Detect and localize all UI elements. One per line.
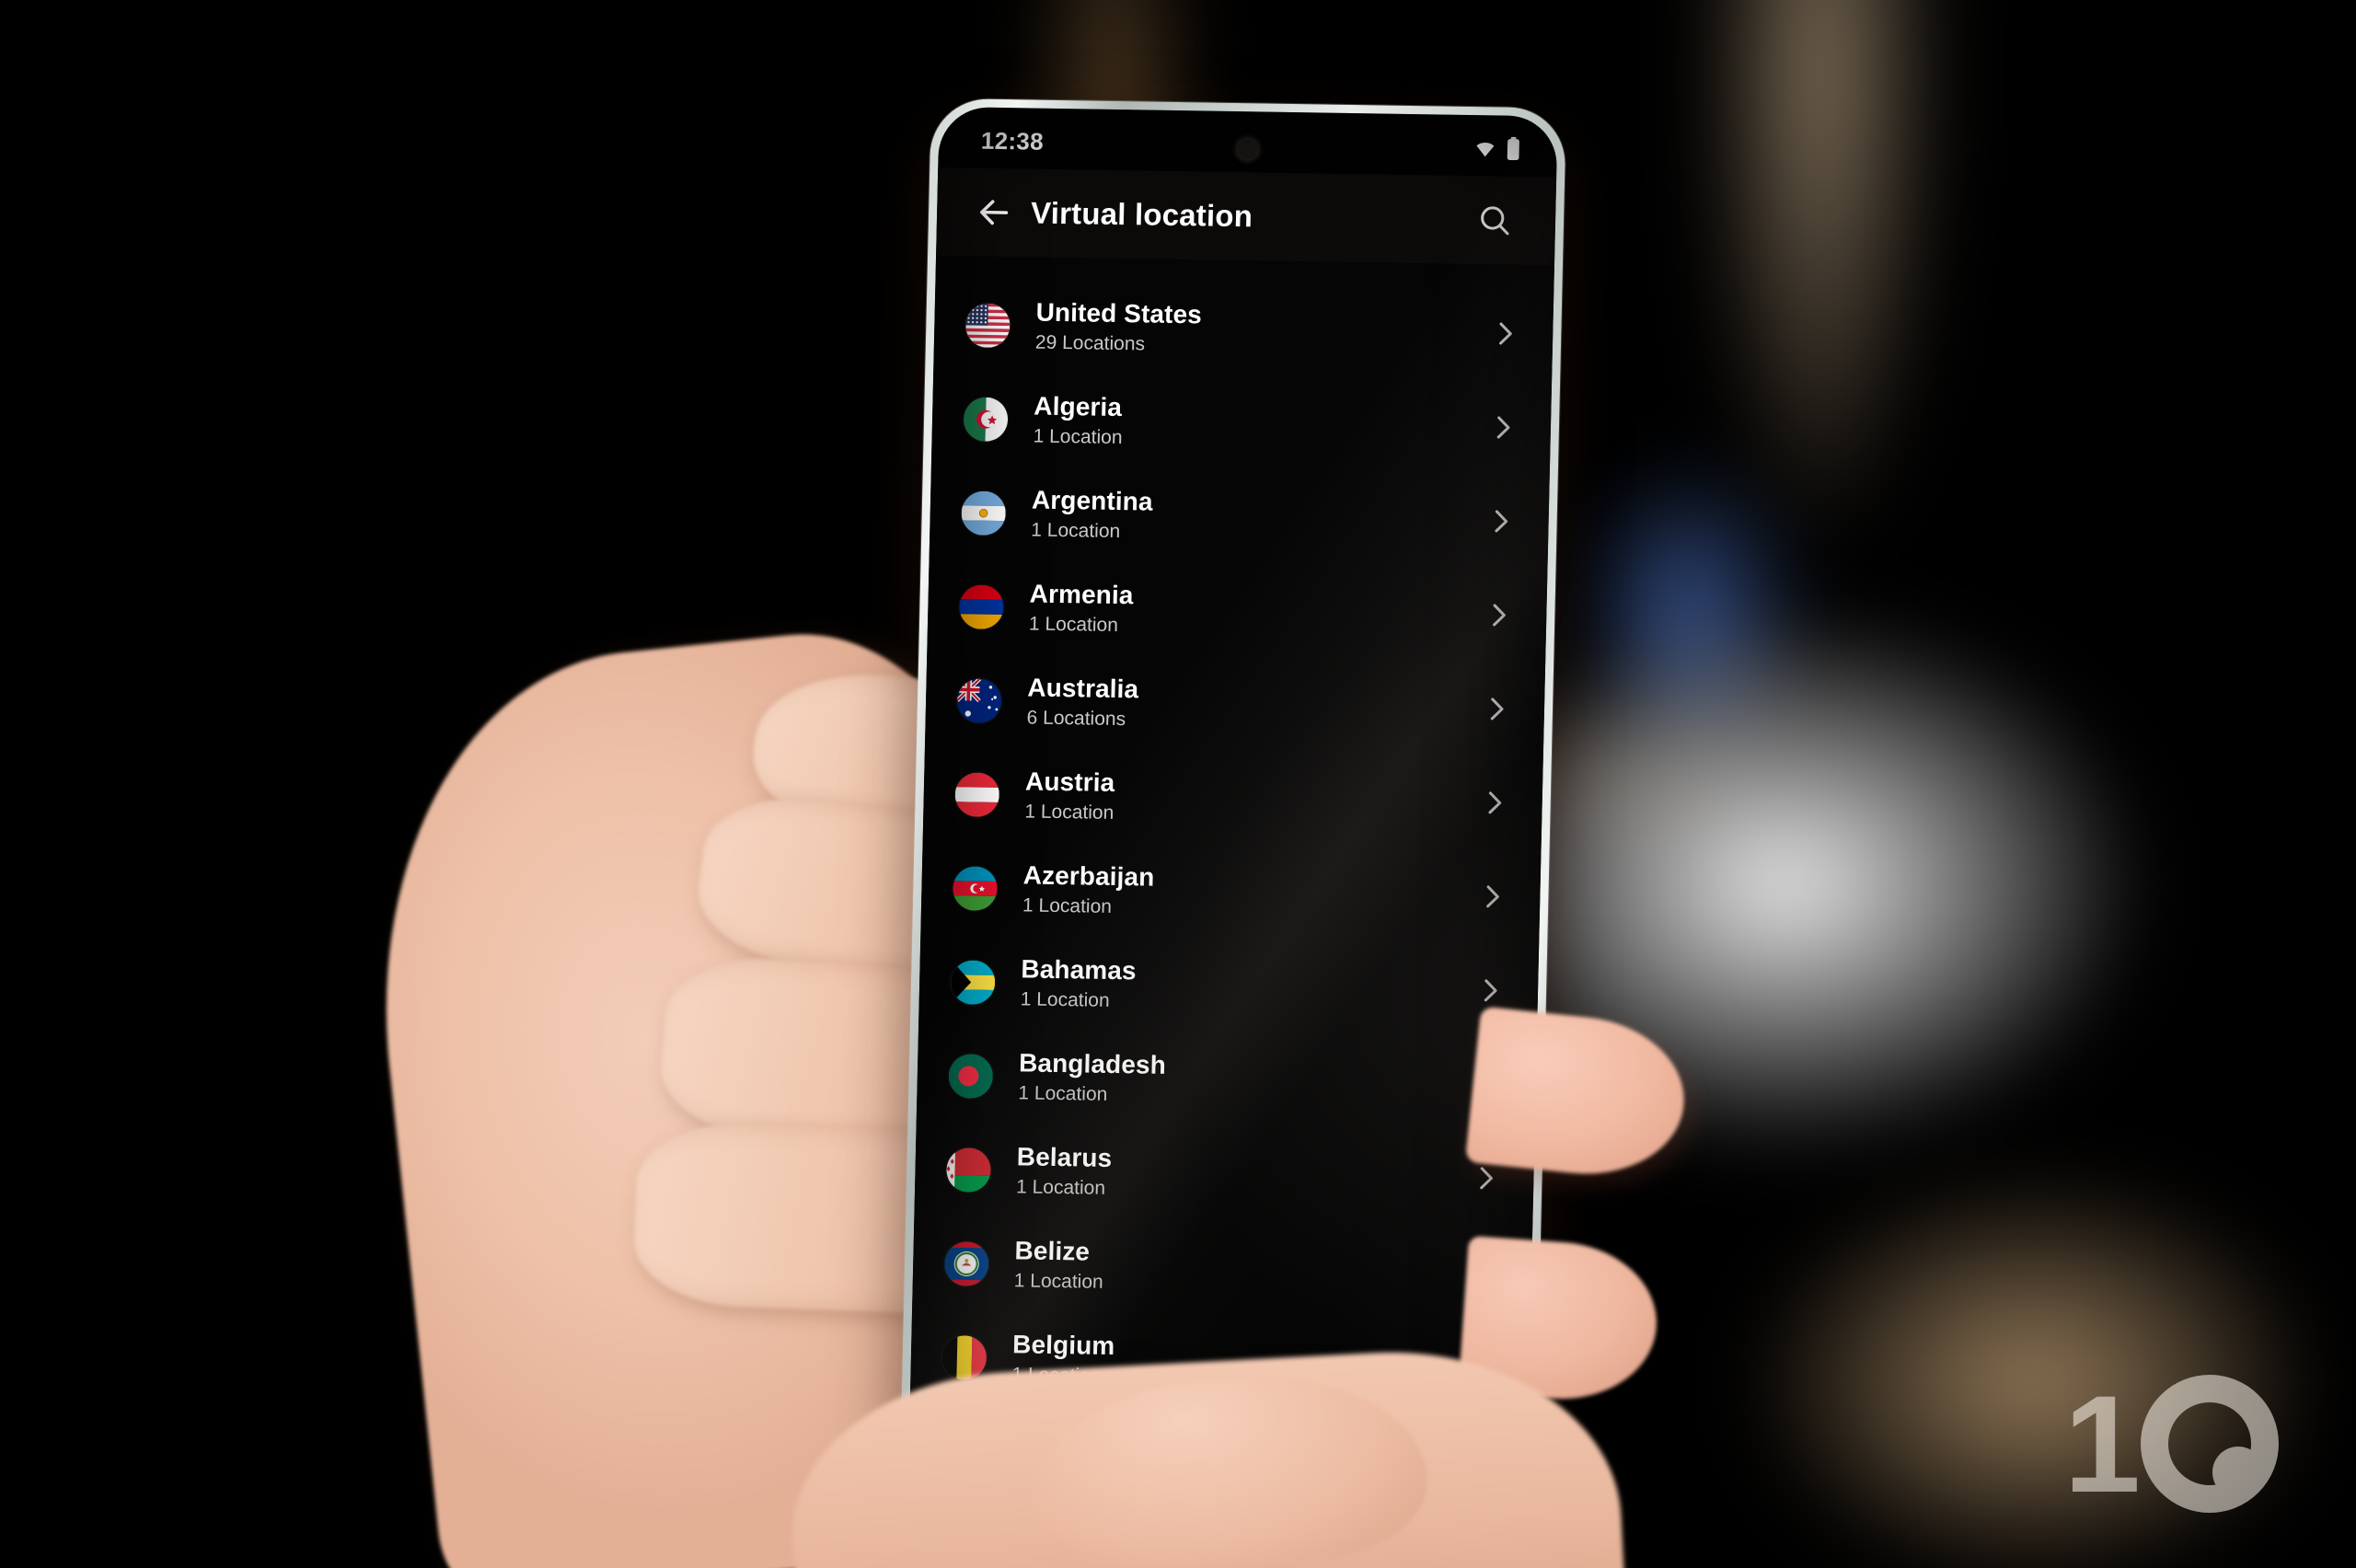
page-title: Virtual location — [1030, 195, 1253, 234]
chevron-right-icon — [1496, 416, 1510, 439]
country-location-count: 1 Location — [1022, 894, 1113, 917]
watermark-logo: 1 — [2064, 1375, 2279, 1513]
country-name: Bangladesh — [1018, 1048, 1167, 1079]
country-list-item[interactable]: Bangladesh 1 Location — [917, 1029, 1537, 1133]
chevron-right-icon — [1490, 698, 1504, 721]
country-list-item[interactable]: Belize 1 Location — [912, 1216, 1532, 1320]
watermark-digit-one: 1 — [2063, 1366, 2141, 1521]
phone-screen[interactable]: 12:38 Virtual location United States 29 … — [908, 106, 1558, 1471]
country-list-item[interactable]: Bahamas 1 Location — [918, 935, 1539, 1039]
country-row-text: Argentina 1 Location — [1031, 484, 1153, 545]
country-location-count: 1 Location — [1028, 613, 1119, 636]
country-list-item[interactable]: Armenia 1 Location — [927, 559, 1547, 663]
bz-flag — [943, 1241, 989, 1286]
country-name: Belarus — [1016, 1142, 1113, 1172]
app-bar: Virtual location — [936, 167, 1557, 266]
country-location-count: 1 Location — [1024, 801, 1114, 824]
ar-flag — [961, 490, 1007, 536]
chevron-right-button[interactable] — [1482, 598, 1516, 632]
country-row-text: Algeria 1 Location — [1033, 390, 1123, 451]
country-name: Belize — [1014, 1236, 1091, 1266]
at-flag — [954, 772, 1000, 818]
country-name: Australia — [1027, 673, 1139, 704]
country-row-text: Belarus 1 Location — [1016, 1141, 1113, 1202]
country-location-count: 1 Location — [1031, 519, 1121, 542]
status-icons — [1472, 136, 1521, 161]
au-flag — [956, 678, 1002, 724]
chevron-right-icon — [1480, 1167, 1493, 1190]
back-button[interactable] — [964, 182, 1023, 242]
country-row-text: Belize 1 Location — [1013, 1235, 1103, 1296]
watermark-circle-logo — [2141, 1375, 2279, 1513]
watermark-dot — [2212, 1447, 2264, 1498]
chevron-right-button[interactable] — [1486, 410, 1520, 444]
country-location-count: 29 Locations — [1034, 331, 1146, 355]
country-location-count: 6 Locations — [1026, 707, 1126, 730]
country-row-text: Bahamas 1 Location — [1020, 953, 1137, 1014]
search-button[interactable] — [1466, 192, 1522, 248]
status-bar: 12:38 — [938, 107, 1557, 178]
country-list[interactable]: United States 29 Locations Algeria 1 Loc… — [909, 255, 1554, 1414]
chevron-right-button[interactable] — [1475, 880, 1509, 914]
country-list-item[interactable]: Austria 1 Location — [923, 747, 1543, 851]
country-list-item[interactable]: United States 29 Locations — [933, 278, 1553, 382]
country-name: United States — [1035, 297, 1203, 329]
country-row-text: Azerbaijan 1 Location — [1022, 859, 1155, 921]
country-name: Austria — [1024, 767, 1115, 797]
chevron-right-button[interactable] — [1469, 1161, 1503, 1195]
status-clock: 12:38 — [980, 126, 1045, 156]
az-flag — [952, 866, 999, 911]
country-name: Bahamas — [1021, 954, 1138, 986]
chevron-right-button[interactable] — [1488, 317, 1522, 351]
chevron-right-icon — [1495, 510, 1508, 533]
country-location-count: 1 Location — [1033, 425, 1123, 448]
chevron-right-icon — [1488, 791, 1502, 814]
country-row-text: Bangladesh 1 Location — [1018, 1047, 1166, 1109]
country-name: Belgium — [1011, 1330, 1115, 1360]
country-list-item[interactable]: Azerbaijan 1 Location — [920, 841, 1541, 945]
country-location-count: 1 Location — [1018, 1082, 1108, 1105]
chevron-right-button[interactable] — [1477, 786, 1511, 820]
country-list-item[interactable]: Belarus 1 Location — [914, 1123, 1534, 1227]
chevron-right-button[interactable] — [1480, 692, 1514, 726]
am-flag — [958, 584, 1004, 630]
country-row-text: Armenia 1 Location — [1029, 578, 1134, 639]
punch-hole-camera-icon — [1237, 139, 1259, 160]
chevron-right-icon — [1484, 979, 1497, 1002]
bd-flag — [948, 1054, 994, 1099]
dz-flag — [963, 397, 1009, 443]
photo-scene: 12:38 Virtual location United States 29 … — [0, 0, 2356, 1568]
country-list-item[interactable]: Australia 6 Locations — [925, 653, 1545, 757]
chevron-right-button[interactable] — [1473, 974, 1507, 1008]
country-name: Argentina — [1031, 485, 1153, 516]
country-row-text: United States 29 Locations — [1035, 296, 1203, 358]
battery-icon — [1507, 136, 1519, 161]
country-name: Armenia — [1029, 579, 1134, 610]
wifi-icon — [1476, 143, 1495, 157]
watermark-ring — [2141, 1375, 2279, 1513]
chevron-right-icon — [1499, 322, 1512, 345]
country-list-item[interactable]: Argentina 1 Location — [930, 466, 1550, 570]
be-flag — [941, 1335, 987, 1380]
bs-flag — [950, 960, 996, 1005]
country-row-text: Australia 6 Locations — [1026, 672, 1138, 732]
country-location-count: 1 Location — [1013, 1270, 1103, 1293]
chevron-right-icon — [1486, 885, 1499, 908]
country-list-item[interactable]: Algeria 1 Location — [931, 372, 1552, 476]
country-name: Algeria — [1034, 391, 1123, 421]
chevron-right-icon — [1493, 604, 1506, 627]
country-name: Azerbaijan — [1022, 860, 1155, 892]
arrow-left-icon — [980, 200, 1009, 225]
country-location-count: 1 Location — [1020, 988, 1110, 1011]
chevron-right-button[interactable] — [1484, 504, 1518, 538]
us-flag — [964, 303, 1011, 349]
search-icon — [1481, 206, 1509, 236]
country-row-text: Austria 1 Location — [1024, 766, 1115, 826]
by-flag — [945, 1147, 992, 1193]
country-location-count: 1 Location — [1015, 1176, 1106, 1199]
